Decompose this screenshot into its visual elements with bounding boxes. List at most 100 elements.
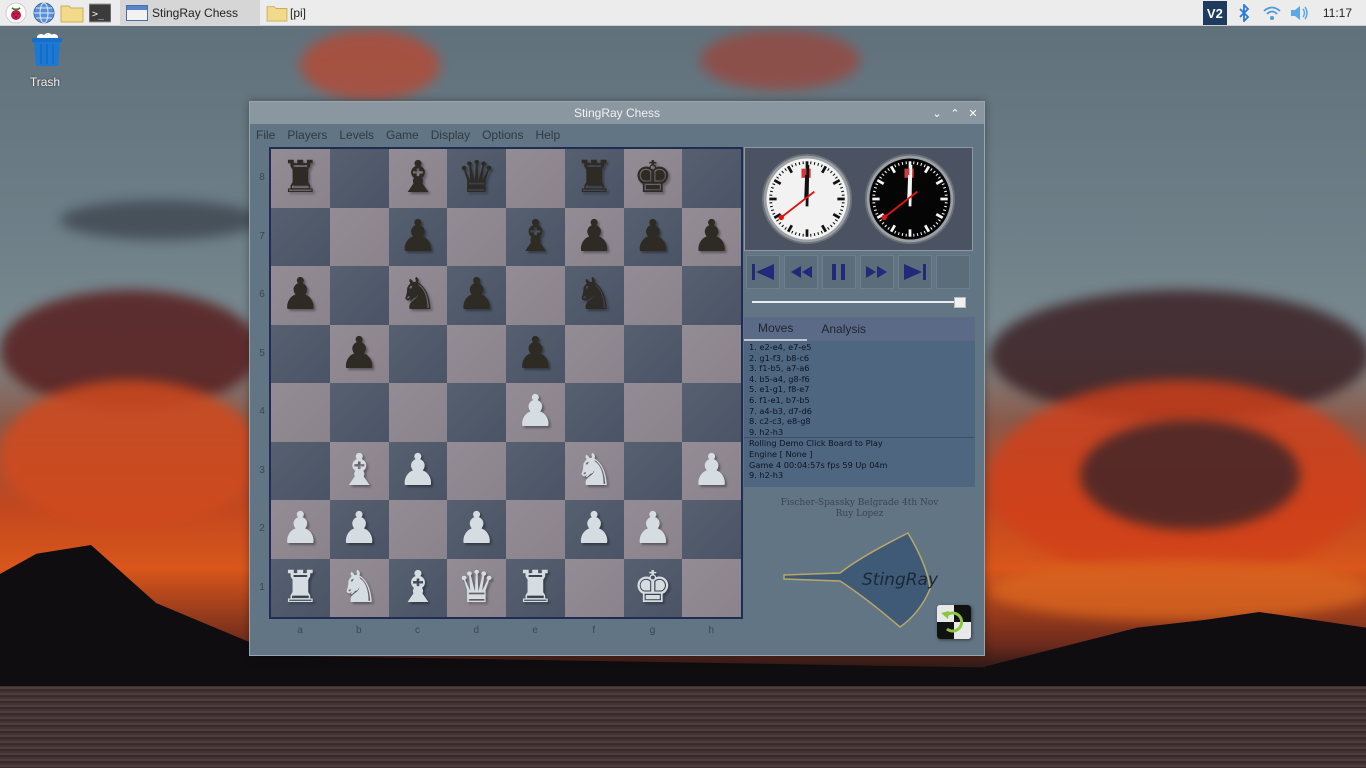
square-e7[interactable]: ♝ <box>506 207 565 266</box>
square-a5[interactable] <box>271 324 330 383</box>
taskbar-task-pi[interactable]: [pi] <box>260 0 312 26</box>
square-h2[interactable] <box>682 500 741 559</box>
window-titlebar[interactable]: StingRay Chess ⌄ ⌃ ✕ <box>250 102 984 124</box>
menu-file[interactable]: File <box>256 128 275 142</box>
square-e4[interactable]: ♟ <box>506 383 565 442</box>
square-h8[interactable] <box>682 149 741 208</box>
white-pawn-piece[interactable]: ♟ <box>692 448 731 493</box>
square-b5[interactable]: ♟ <box>329 324 389 383</box>
black-rook-piece[interactable]: ♜ <box>574 156 613 200</box>
black-knight-piece[interactable]: ♞ <box>574 273 613 317</box>
volume-icon[interactable] <box>1289 2 1311 24</box>
menu-levels[interactable]: Levels <box>339 128 374 142</box>
maximize-button[interactable]: ⌃ <box>950 107 960 120</box>
square-c5[interactable] <box>388 324 448 383</box>
square-a1[interactable]: ♜ <box>271 558 330 617</box>
square-g3[interactable] <box>623 441 683 500</box>
previous-move-button[interactable] <box>784 255 818 289</box>
white-king-piece[interactable]: ♚ <box>633 565 672 610</box>
square-b7[interactable] <box>329 207 389 266</box>
square-f5[interactable] <box>564 324 624 383</box>
black-pawn-piece[interactable]: ♟ <box>692 214 731 259</box>
black-pawn-piece[interactable]: ♟ <box>574 214 613 259</box>
square-f2[interactable]: ♟ <box>564 500 624 559</box>
close-button[interactable]: ✕ <box>968 107 978 120</box>
square-f7[interactable]: ♟ <box>564 207 624 266</box>
square-b4[interactable] <box>329 383 389 442</box>
black-bishop-piece[interactable]: ♝ <box>398 156 437 200</box>
minimize-button[interactable]: ⌄ <box>932 107 942 120</box>
square-h6[interactable] <box>682 266 741 325</box>
replay-slider-track[interactable] <box>752 301 964 303</box>
square-g1[interactable]: ♚ <box>623 558 683 617</box>
square-d7[interactable] <box>447 207 506 266</box>
wifi-icon[interactable] <box>1261 2 1283 24</box>
black-pawn-piece[interactable]: ♟ <box>516 331 555 376</box>
file-manager-button[interactable] <box>60 1 84 25</box>
square-a6[interactable]: ♟ <box>271 266 330 325</box>
square-h7[interactable]: ♟ <box>682 207 741 266</box>
chess-board[interactable]: ♜ ♝ ♛ ♜ ♚ ♟ ♝ ♟ ♟ ♟ ♟ ♞ ♟ ♞ ♟ ♟ ♟ ♝ ♟ ♞ ♟ ♟ ♟ ♟ ♟ ♟ ♜ ♞ ♝ ♛ ♜ ♚ <box>269 147 743 619</box>
square-e2[interactable] <box>506 500 565 559</box>
menu-display[interactable]: Display <box>431 128 470 142</box>
black-pawn-piece[interactable]: ♟ <box>398 214 437 259</box>
white-bishop-piece[interactable]: ♝ <box>339 448 378 493</box>
square-b1[interactable]: ♞ <box>329 558 389 617</box>
white-pawn-piece[interactable]: ♟ <box>457 507 496 551</box>
square-g2[interactable]: ♟ <box>623 500 683 559</box>
square-g5[interactable] <box>623 324 683 383</box>
square-h3[interactable]: ♟ <box>682 441 741 500</box>
square-b2[interactable]: ♟ <box>329 500 389 559</box>
desktop-icon-trash[interactable]: Trash <box>24 32 66 89</box>
next-move-button[interactable] <box>860 255 894 289</box>
white-pawn-piece[interactable]: ♟ <box>633 507 672 551</box>
menu-game[interactable]: Game <box>386 128 419 142</box>
flip-board-button[interactable] <box>937 605 971 639</box>
square-f8[interactable]: ♜ <box>564 149 624 208</box>
square-f1[interactable] <box>564 558 624 617</box>
terminal-button[interactable]: >_ <box>88 1 112 25</box>
square-d3[interactable] <box>447 441 506 500</box>
last-move-button[interactable] <box>898 255 932 289</box>
square-e1[interactable]: ♜ <box>506 558 565 617</box>
square-a2[interactable]: ♟ <box>271 500 330 559</box>
square-d4[interactable] <box>447 383 506 442</box>
square-g8[interactable]: ♚ <box>623 149 683 208</box>
black-bishop-piece[interactable]: ♝ <box>516 214 555 259</box>
white-bishop-piece[interactable]: ♝ <box>398 565 437 610</box>
first-move-button[interactable] <box>746 255 780 289</box>
square-b8[interactable] <box>329 149 389 208</box>
square-g4[interactable] <box>623 383 683 442</box>
square-e3[interactable] <box>506 441 565 500</box>
menu-players[interactable]: Players <box>287 128 327 142</box>
white-pawn-piece[interactable]: ♟ <box>398 448 437 493</box>
square-e8[interactable] <box>506 149 565 208</box>
square-h1[interactable] <box>682 558 741 617</box>
tab-analysis[interactable]: Analysis <box>807 317 880 341</box>
square-e6[interactable] <box>506 266 565 325</box>
square-f3[interactable]: ♞ <box>564 441 624 500</box>
white-pawn-piece[interactable]: ♟ <box>281 507 320 551</box>
taskbar-clock[interactable]: 11:17 <box>1323 6 1352 20</box>
replay-slider-handle[interactable] <box>954 297 966 308</box>
menu-options[interactable]: Options <box>482 128 523 142</box>
black-pawn-piece[interactable]: ♟ <box>457 273 496 317</box>
square-h4[interactable] <box>682 383 741 442</box>
white-knight-piece[interactable]: ♞ <box>574 448 613 493</box>
tab-moves[interactable]: Moves <box>744 317 808 341</box>
white-rook-piece[interactable]: ♜ <box>281 565 320 610</box>
bluetooth-icon[interactable] <box>1233 2 1255 24</box>
black-king-piece[interactable]: ♚ <box>633 156 672 200</box>
square-f6[interactable]: ♞ <box>564 266 624 325</box>
square-d5[interactable] <box>447 324 506 383</box>
square-c4[interactable] <box>388 383 448 442</box>
square-d2[interactable]: ♟ <box>447 500 506 559</box>
white-knight-piece[interactable]: ♞ <box>339 565 378 610</box>
square-a7[interactable] <box>271 207 330 266</box>
menu-help[interactable]: Help <box>535 128 560 142</box>
black-pawn-piece[interactable]: ♟ <box>633 214 672 259</box>
black-pawn-piece[interactable]: ♟ <box>281 273 320 317</box>
white-queen-piece[interactable]: ♛ <box>457 565 496 610</box>
square-h5[interactable] <box>682 324 741 383</box>
square-c8[interactable]: ♝ <box>388 149 448 208</box>
